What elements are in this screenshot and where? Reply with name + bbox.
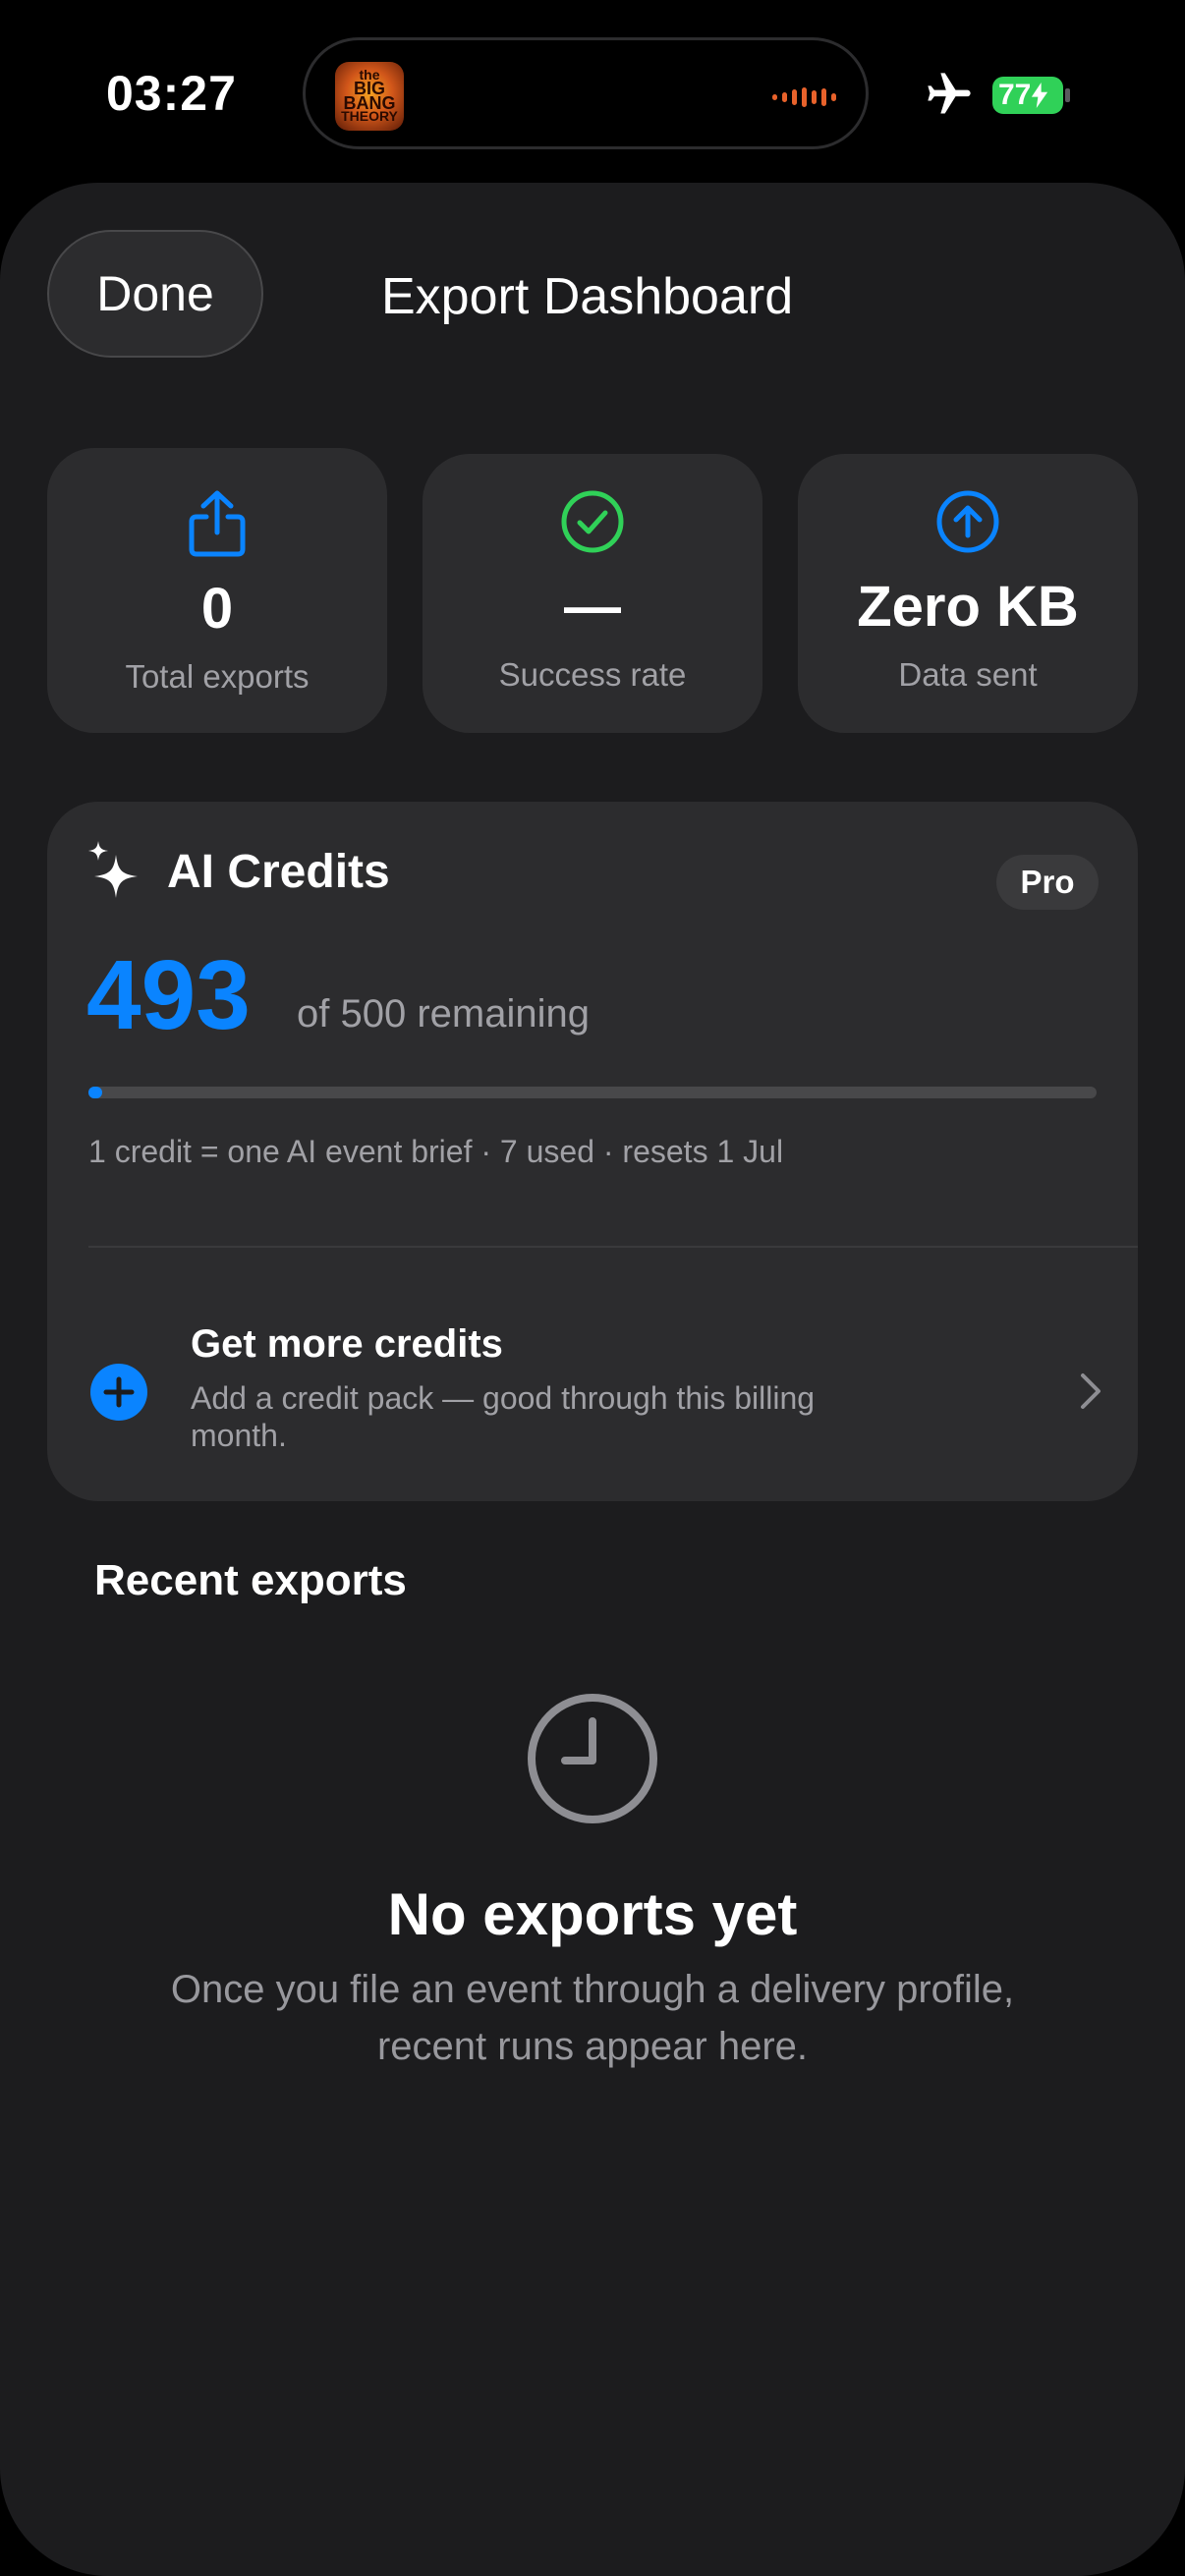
audio-waveform-icon	[772, 87, 836, 107]
battery-level: 77	[998, 79, 1032, 111]
stat-label: Data sent	[898, 656, 1038, 693]
plus-circle-icon	[90, 1364, 147, 1421]
done-button[interactable]: Done	[47, 230, 263, 358]
chevron-right-icon	[1081, 1373, 1100, 1409]
stat-card-data-sent: Zero KB Data sent	[798, 454, 1138, 733]
empty-state-subtitle: Once you file an event through a deliver…	[170, 1968, 1015, 2068]
credits-note: 1 credit = one AI event brief · 7 used ·…	[88, 1134, 784, 1169]
stat-label: Success rate	[498, 656, 687, 693]
stat-card-success-rate: — Success rate	[423, 454, 762, 733]
pro-badge: Pro	[996, 855, 1099, 910]
sparkles-icon	[88, 841, 138, 898]
arrow-up-circle-icon	[936, 490, 999, 553]
status-bar: 03:27 the BIG BANG THEORY 77	[0, 0, 1185, 187]
ai-credits-card: AI Credits Pro 493 of 500 remaining 1 cr…	[47, 802, 1138, 1501]
credits-remaining-count: 493	[86, 940, 251, 1050]
recent-exports-heading: Recent exports	[94, 1556, 407, 1604]
empty-state-title: No exports yet	[387, 1881, 798, 1947]
dynamic-island[interactable]: the BIG BANG THEORY	[303, 37, 869, 149]
status-time: 03:27	[106, 66, 237, 121]
stat-label: Total exports	[125, 658, 310, 695]
stat-value: —	[564, 574, 621, 639]
page-title: Export Dashboard	[381, 268, 794, 325]
credits-remaining-text: of 500 remaining	[297, 992, 590, 1036]
clock-icon	[528, 1694, 657, 1823]
share-icon	[189, 490, 246, 557]
get-more-credits-title: Get more credits	[191, 1322, 503, 1366]
stat-value: 0	[200, 576, 234, 641]
credits-progress-fill	[88, 1087, 103, 1098]
battery-indicator: 77	[992, 77, 1063, 114]
checkmark-circle-icon	[561, 490, 624, 553]
stat-value: Zero KB	[857, 574, 1079, 639]
get-more-credits-subtitle: Add a credit pack — good through this bi…	[191, 1380, 816, 1453]
get-more-credits-row[interactable]: Get more credits Add a credit pack — goo…	[47, 1248, 1138, 1501]
charging-bolt-icon	[1032, 83, 1048, 108]
battery-nub	[1065, 88, 1070, 102]
export-dashboard-sheet: Done Export Dashboard 0 Total exports — …	[0, 183, 1185, 2576]
stat-card-total-exports: 0 Total exports	[47, 448, 387, 733]
credits-progress-bar	[88, 1087, 1097, 1098]
now-playing-artwork[interactable]: the BIG BANG THEORY	[335, 62, 404, 131]
credits-title: AI Credits	[167, 846, 390, 898]
airplane-mode-icon	[928, 73, 971, 114]
